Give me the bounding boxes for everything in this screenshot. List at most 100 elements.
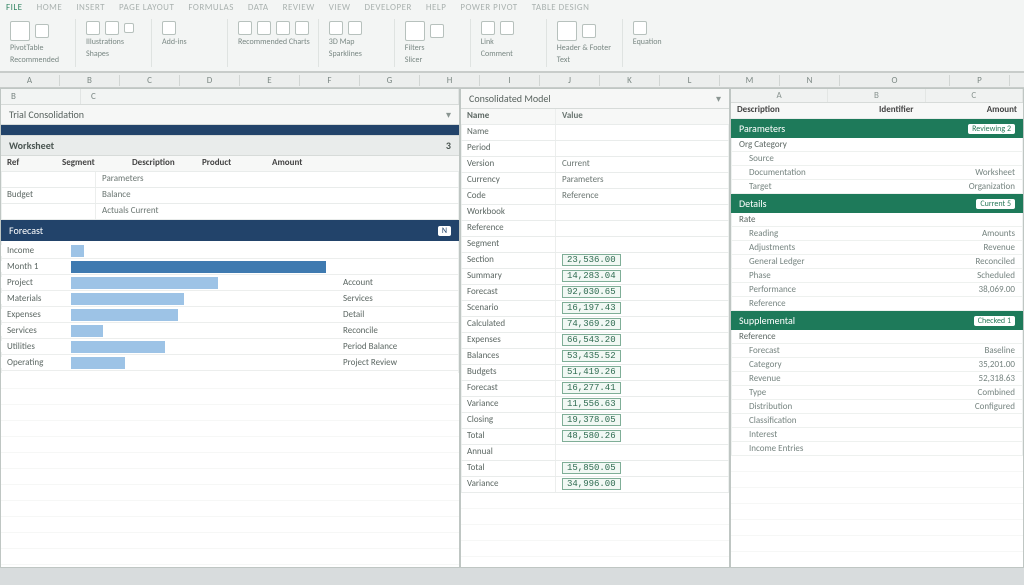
ribbon-tab[interactable]: Review [283, 2, 315, 13]
list-item[interactable]: Revenue52,318.63 [731, 372, 1023, 386]
col-header[interactable]: K [600, 75, 660, 86]
value-cell[interactable] [556, 445, 729, 460]
equation-icon[interactable] [633, 21, 647, 35]
col-header[interactable]: M [720, 75, 780, 86]
table-row[interactable]: VersionCurrent [461, 157, 729, 173]
value-cell[interactable] [556, 205, 729, 220]
list-item[interactable]: Classification [731, 414, 1023, 428]
pivot-icon[interactable] [10, 21, 30, 41]
ribbon-tab[interactable]: File [6, 2, 23, 13]
ribbon-tab[interactable]: Table Design [532, 2, 590, 13]
local-col[interactable]: C [926, 89, 1023, 102]
col-header[interactable]: F [300, 75, 360, 86]
col-header[interactable]: N [780, 75, 840, 86]
th[interactable]: Amount [953, 103, 1023, 118]
table-row[interactable]: Scenario16,197.43 [461, 301, 729, 317]
table-row[interactable]: Balances53,435.52 [461, 349, 729, 365]
slicer-icon[interactable] [405, 21, 425, 41]
map-icon[interactable] [329, 21, 343, 35]
th[interactable]: Segment [56, 156, 126, 171]
ribbon-tab[interactable]: Power Pivot [460, 2, 517, 13]
ribbon-tab[interactable]: Page Layout [119, 2, 174, 13]
th[interactable]: Description [126, 156, 196, 171]
th[interactable]: Product [196, 156, 266, 171]
value-cell[interactable]: 19,378.05 [562, 414, 621, 426]
table-row[interactable]: Total15,850.05 [461, 461, 729, 477]
col-header[interactable]: Q [1010, 75, 1024, 86]
list-item[interactable]: Org Category [731, 138, 1023, 152]
value-cell[interactable]: 15,850.05 [562, 462, 621, 474]
table-row[interactable]: Summary14,283.04 [461, 269, 729, 285]
value-cell[interactable]: 51,419.26 [562, 366, 621, 378]
chart-line-icon[interactable] [257, 21, 271, 35]
chart-row[interactable]: OperatingProject Review [1, 355, 459, 371]
table-row[interactable]: CurrencyParameters [461, 173, 729, 189]
chart-scatter-icon[interactable] [295, 21, 309, 35]
table-row[interactable]: Annual [461, 445, 729, 461]
value-cell[interactable] [556, 125, 729, 140]
value-cell[interactable]: Parameters [556, 173, 729, 188]
model-icon[interactable] [124, 23, 134, 33]
col-header[interactable]: I [480, 75, 540, 86]
value-cell[interactable]: 14,283.04 [562, 270, 621, 282]
chevron-down-icon[interactable]: ▾ [446, 108, 451, 121]
th[interactable]: Value [556, 109, 729, 124]
value-cell[interactable]: 53,435.52 [562, 350, 621, 362]
group-header[interactable]: Details Current 5 [731, 194, 1023, 213]
list-item[interactable]: Rate [731, 213, 1023, 227]
empty-grid[interactable] [1, 373, 459, 567]
table-row[interactable]: Forecast16,277.41 [461, 381, 729, 397]
col-header[interactable]: B [60, 75, 120, 86]
chart-row[interactable]: UtilitiesPeriod Balance [1, 339, 459, 355]
table-row[interactable]: Variance11,556.63 [461, 397, 729, 413]
group-header[interactable]: Parameters Reviewing 2 [731, 119, 1023, 138]
list-item[interactable]: Interest [731, 428, 1023, 442]
local-col[interactable]: C [81, 89, 459, 104]
col-header[interactable]: H [420, 75, 480, 86]
ribbon-tab[interactable]: Formulas [188, 2, 234, 13]
list-item[interactable]: DocumentationWorksheet [731, 166, 1023, 180]
value-cell[interactable]: 48,580.26 [562, 430, 621, 442]
list-item[interactable]: AdjustmentsRevenue [731, 241, 1023, 255]
table-row[interactable]: Segment [461, 237, 729, 253]
timeline-icon[interactable] [430, 24, 444, 38]
local-col[interactable]: A [731, 89, 828, 102]
value-cell[interactable]: 16,197.43 [562, 302, 621, 314]
table-row[interactable]: Name [461, 125, 729, 141]
table-row[interactable]: Variance34,996.00 [461, 477, 729, 493]
textbox-icon[interactable] [582, 24, 596, 38]
col-header[interactable]: C [120, 75, 180, 86]
list-item[interactable]: Reference [731, 297, 1023, 311]
chart-row[interactable]: ExpensesDetail [1, 307, 459, 323]
col-header[interactable]: P [950, 75, 1010, 86]
value-cell[interactable]: 23,536.00 [562, 254, 621, 266]
chart-row[interactable]: ServicesReconcile [1, 323, 459, 339]
col-header[interactable]: A [0, 75, 60, 86]
table-row[interactable]: Closing19,378.05 [461, 413, 729, 429]
table-row[interactable]: Parameters [1, 172, 459, 188]
value-cell[interactable] [556, 221, 729, 236]
ribbon-tab[interactable]: Data [248, 2, 269, 13]
list-item[interactable]: Category35,201.00 [731, 358, 1023, 372]
value-cell[interactable]: 66,543.20 [562, 334, 621, 346]
table-row[interactable]: Actuals Current [1, 204, 459, 220]
table-row[interactable]: BudgetBalance [1, 188, 459, 204]
th[interactable]: Name [461, 109, 556, 124]
list-item[interactable]: ReadingAmounts [731, 227, 1023, 241]
empty-grid[interactable] [461, 493, 729, 567]
list-item[interactable]: DistributionConfigured [731, 400, 1023, 414]
col-header[interactable]: O [840, 75, 950, 86]
th[interactable]: Amount [266, 156, 459, 171]
chart-pie-icon[interactable] [276, 21, 290, 35]
ribbon-tab[interactable]: Home [37, 2, 63, 13]
table-row[interactable]: Period [461, 141, 729, 157]
comment-icon[interactable] [500, 21, 514, 35]
value-cell[interactable]: 11,556.63 [562, 398, 621, 410]
ribbon-tab[interactable]: Help [426, 2, 446, 13]
table-row[interactable]: Section23,536.00 [461, 253, 729, 269]
col-header[interactable]: D [180, 75, 240, 86]
value-cell[interactable]: Current [556, 157, 729, 172]
th[interactable]: Description [731, 103, 873, 118]
chart-row[interactable]: Month 1 [1, 259, 459, 275]
value-cell[interactable] [556, 141, 729, 156]
